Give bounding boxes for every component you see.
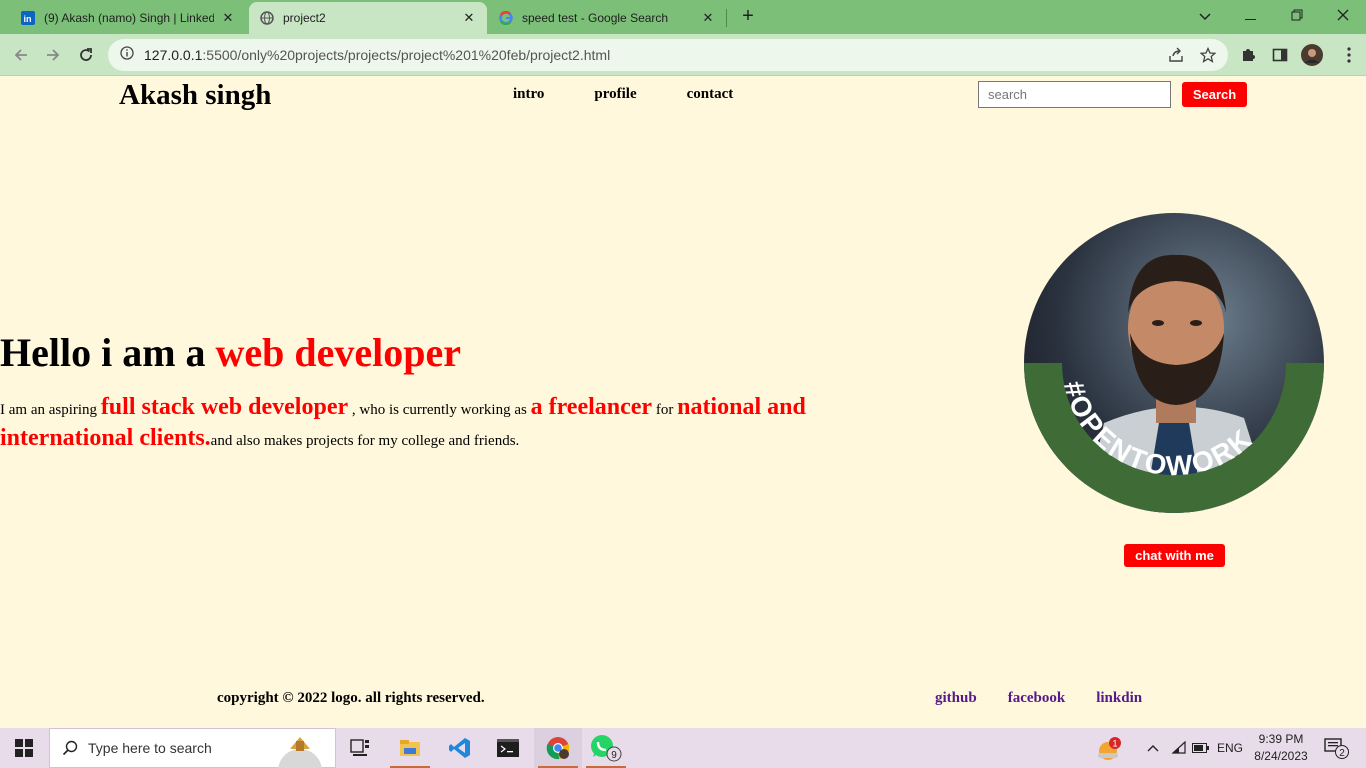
footer-copyright: copyright © 2022 logo. all rights reserv… bbox=[217, 690, 485, 706]
task-view-icon[interactable] bbox=[336, 728, 384, 768]
footer-link-linkdin[interactable]: linkdin bbox=[1096, 690, 1142, 707]
tab-project2[interactable]: project2 ✕ bbox=[249, 2, 487, 34]
search-button[interactable]: Search bbox=[1182, 82, 1247, 107]
whatsapp-icon[interactable]: 9 bbox=[582, 728, 630, 768]
tab-title: project2 bbox=[283, 11, 326, 25]
battery-icon[interactable] bbox=[1190, 728, 1212, 768]
clock-time: 9:39 PM bbox=[1258, 732, 1304, 746]
site-logo: Akash singh bbox=[119, 79, 272, 111]
weather-alert-icon[interactable]: 1 bbox=[1094, 728, 1124, 768]
hero-title: Hello i am a web developer bbox=[0, 330, 462, 375]
close-tab-icon[interactable]: ✕ bbox=[461, 10, 477, 26]
alert-badge: 1 bbox=[1112, 739, 1117, 749]
footer-link-github[interactable]: github bbox=[935, 690, 977, 707]
google-icon bbox=[498, 10, 514, 26]
restore-button[interactable] bbox=[1274, 4, 1320, 28]
file-explorer-icon[interactable] bbox=[386, 728, 434, 768]
close-window-button[interactable] bbox=[1320, 4, 1366, 28]
close-tab-icon[interactable]: ✕ bbox=[220, 10, 236, 26]
browser-toolbar: 127.0.0.1:5500/only%20projects/projects/… bbox=[0, 34, 1366, 76]
forward-arrow-icon[interactable] bbox=[40, 42, 66, 68]
close-tab-icon[interactable]: ✕ bbox=[700, 10, 716, 26]
globe-icon bbox=[259, 10, 275, 26]
footer-link-facebook[interactable]: facebook bbox=[1008, 690, 1066, 707]
extensions-puzzle-icon[interactable] bbox=[1237, 44, 1259, 66]
tab-title: speed test - Google Search bbox=[522, 11, 669, 25]
svg-text:in: in bbox=[24, 14, 32, 24]
footer-links: github facebook linkdin bbox=[935, 690, 1142, 707]
hero-description: I am an aspiring full stack web develope… bbox=[0, 394, 806, 451]
taskbar-search-placeholder: Type here to search bbox=[88, 740, 212, 756]
share-icon[interactable] bbox=[1165, 44, 1187, 66]
nav-link-profile[interactable]: profile bbox=[594, 86, 636, 103]
notification-center-icon[interactable]: 2 bbox=[1320, 728, 1354, 768]
system-clock[interactable]: 9:39 PM 8/24/2023 bbox=[1248, 731, 1314, 765]
bookmark-star-icon[interactable] bbox=[1197, 44, 1219, 66]
side-panel-icon[interactable] bbox=[1269, 44, 1291, 66]
clock-date: 8/24/2023 bbox=[1254, 749, 1308, 763]
main-nav: intro profile contact bbox=[513, 86, 733, 103]
tab-linkedin[interactable]: in (9) Akash (namo) Singh | LinkedIn ✕ bbox=[10, 2, 246, 34]
chevron-up-icon[interactable] bbox=[1142, 728, 1164, 768]
vscode-icon[interactable] bbox=[436, 728, 484, 768]
nav-link-contact[interactable]: contact bbox=[687, 86, 734, 103]
wifi-icon[interactable] bbox=[1168, 728, 1190, 768]
back-arrow-icon[interactable] bbox=[8, 42, 34, 68]
search-highlight-illustration-icon bbox=[278, 737, 322, 768]
windows-taskbar: Type here to search 9 1 ENG 9:39 PM 8/24… bbox=[0, 728, 1366, 768]
taskbar-search-box[interactable]: Type here to search bbox=[49, 728, 336, 768]
linkedin-icon: in bbox=[20, 10, 36, 26]
new-tab-button[interactable]: + bbox=[736, 5, 760, 29]
search-icon bbox=[62, 740, 78, 756]
address-bar[interactable]: 127.0.0.1:5500/only%20projects/projects/… bbox=[108, 39, 1228, 71]
minimize-button[interactable] bbox=[1228, 4, 1274, 28]
windows-start-icon[interactable] bbox=[0, 728, 48, 768]
url-text: 127.0.0.1:5500/only%20projects/projects/… bbox=[144, 47, 611, 63]
language-indicator[interactable]: ENG bbox=[1214, 728, 1246, 768]
terminal-icon[interactable] bbox=[484, 728, 532, 768]
search-input[interactable] bbox=[978, 81, 1171, 108]
chat-with-me-button[interactable]: chat with me bbox=[1124, 544, 1225, 567]
profile-avatar[interactable] bbox=[1301, 44, 1323, 66]
tab-separator bbox=[726, 9, 727, 27]
reload-icon[interactable] bbox=[73, 42, 99, 68]
site-info-icon[interactable] bbox=[120, 45, 134, 65]
tab-strip: in (9) Akash (namo) Singh | LinkedIn ✕ p… bbox=[0, 0, 1366, 34]
tab-google-search[interactable]: speed test - Google Search ✕ bbox=[488, 2, 726, 34]
chrome-icon[interactable] bbox=[534, 728, 582, 768]
whatsapp-badge: 9 bbox=[611, 750, 617, 761]
tab-title: (9) Akash (namo) Singh | LinkedIn bbox=[44, 11, 214, 25]
menu-kebab-icon[interactable] bbox=[1338, 44, 1360, 66]
profile-photo: #OPENTOWORK bbox=[1024, 213, 1324, 513]
notification-count: 2 bbox=[1339, 748, 1345, 759]
tab-search-chevron-icon[interactable] bbox=[1182, 4, 1228, 28]
nav-link-intro[interactable]: intro bbox=[513, 86, 544, 103]
page-content: Akash singh intro profile contact Search… bbox=[0, 77, 1366, 728]
